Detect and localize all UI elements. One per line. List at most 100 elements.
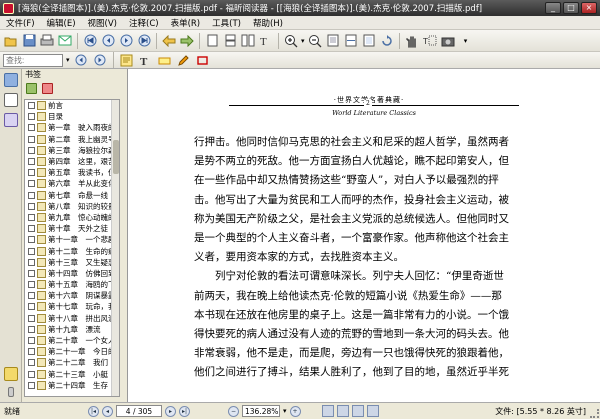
save-icon[interactable] xyxy=(21,33,37,49)
status-next-page-icon[interactable]: ▸ xyxy=(165,405,176,417)
find-next-icon[interactable] xyxy=(92,52,108,68)
expand-box-icon[interactable] xyxy=(28,359,35,367)
expand-box-icon[interactable] xyxy=(28,202,35,210)
expand-box-icon[interactable] xyxy=(28,124,35,132)
bookmark-scrollbar[interactable] xyxy=(111,100,119,396)
bookmark-item[interactable]: 第二十四章 生存 xyxy=(25,380,119,391)
single-page-icon[interactable] xyxy=(204,33,220,49)
menu-view[interactable]: 视图(V) xyxy=(82,17,123,29)
facing-pages-icon[interactable] xyxy=(240,33,256,49)
back-arrow-icon[interactable] xyxy=(161,33,177,49)
bookmark-item[interactable]: 第十三章 又生疑惑 xyxy=(25,257,119,268)
expand-box-icon[interactable] xyxy=(28,348,35,356)
rotate-page-icon[interactable] xyxy=(379,33,395,49)
zoom-out-icon[interactable] xyxy=(307,33,323,49)
find-dropdown-icon[interactable]: ▾ xyxy=(66,56,70,64)
page-number-field[interactable]: 4 / 305 xyxy=(116,405,162,417)
zoom-in-icon[interactable] xyxy=(283,33,299,49)
bookmark-item[interactable]: 目录 xyxy=(25,111,119,122)
status-zoom-out-icon[interactable]: − xyxy=(228,405,239,417)
bookmark-item[interactable]: 第四章 这里，艰苦求生 xyxy=(25,156,119,167)
document-view[interactable]: ·世界文学名著典藏· 2 World Literature Classics 行… xyxy=(129,69,600,402)
bookmark-item[interactable]: 第二十二章 我们 xyxy=(25,357,119,368)
bookmark-item[interactable]: 第二十章 一个女人 xyxy=(25,335,119,346)
status-prev-page-icon[interactable]: ◂ xyxy=(102,405,113,417)
attachments-tab-icon[interactable] xyxy=(8,387,14,397)
select-text-icon[interactable]: T xyxy=(422,33,438,49)
expand-bookmark-icon[interactable] xyxy=(26,83,37,94)
continuous-page-icon[interactable] xyxy=(222,33,238,49)
expand-box-icon[interactable] xyxy=(28,292,35,300)
bookmark-item[interactable]: 第八章 知识的较量 xyxy=(25,201,119,212)
expand-box-icon[interactable] xyxy=(28,236,35,244)
actual-size-icon[interactable] xyxy=(361,33,377,49)
expand-box-icon[interactable] xyxy=(28,102,35,110)
continuous-view-icon[interactable] xyxy=(337,405,349,417)
bookmark-item[interactable]: 第十七章 玩命，我 xyxy=(25,301,119,312)
delete-bookmark-icon[interactable] xyxy=(42,83,53,94)
find-previous-icon[interactable] xyxy=(73,52,89,68)
forward-arrow-icon[interactable] xyxy=(179,33,195,49)
expand-box-icon[interactable] xyxy=(28,314,35,322)
expand-box-icon[interactable] xyxy=(28,180,35,188)
bookmark-item[interactable]: 第二章 我上幽灵号 xyxy=(25,134,119,145)
expand-box-icon[interactable] xyxy=(28,113,35,121)
expand-box-icon[interactable] xyxy=(28,325,35,333)
find-input[interactable] xyxy=(3,53,63,67)
comments-tab-icon[interactable] xyxy=(4,367,18,381)
snapshot-icon[interactable] xyxy=(440,33,456,49)
text-select-icon[interactable]: T xyxy=(258,33,274,49)
expand-box-icon[interactable] xyxy=(28,247,35,255)
bookmark-item[interactable]: 第一章 驶入雨夜的帆 xyxy=(25,122,119,133)
bookmark-item[interactable]: 第七章 命悬一线 xyxy=(25,190,119,201)
hand-tool-icon[interactable] xyxy=(404,33,420,49)
menu-tools[interactable]: 工具(T) xyxy=(206,17,247,29)
zoom-dropdown-icon[interactable]: ▾ xyxy=(301,37,305,45)
previous-page-icon[interactable] xyxy=(100,33,116,49)
bookmark-item[interactable]: 第十六章 阴谋暴露 xyxy=(25,290,119,301)
expand-box-icon[interactable] xyxy=(28,258,35,266)
email-icon[interactable] xyxy=(57,33,73,49)
status-first-page-icon[interactable]: |◂ xyxy=(88,405,99,417)
bookmark-item[interactable]: 第十五章 海鸥的飞翔 xyxy=(25,279,119,290)
zoom-level-field[interactable]: 136.28% xyxy=(242,405,280,417)
menu-help[interactable]: 帮助(H) xyxy=(247,17,289,29)
minimize-button[interactable]: _ xyxy=(545,2,561,14)
fit-width-icon[interactable] xyxy=(343,33,359,49)
expand-box-icon[interactable] xyxy=(28,135,35,143)
expand-box-icon[interactable] xyxy=(28,225,35,233)
bookmark-item[interactable]: 第十章 天外之徒 xyxy=(25,223,119,234)
expand-box-icon[interactable] xyxy=(28,281,35,289)
expand-box-icon[interactable] xyxy=(28,169,35,177)
expand-box-icon[interactable] xyxy=(28,158,35,166)
expand-box-icon[interactable] xyxy=(28,337,35,345)
status-last-page-icon[interactable]: ▸| xyxy=(179,405,190,417)
first-page-icon[interactable] xyxy=(82,33,98,49)
expand-box-icon[interactable] xyxy=(28,370,35,378)
menu-file[interactable]: 文件(F) xyxy=(0,17,41,29)
open-file-icon[interactable] xyxy=(3,33,19,49)
expand-box-icon[interactable] xyxy=(28,381,35,389)
scrollbar-thumb[interactable] xyxy=(113,140,119,174)
bookmark-item[interactable]: 第十八章 拼出风浪 xyxy=(25,313,119,324)
bookmark-item[interactable]: 第十四章 仿佛回到 xyxy=(25,268,119,279)
expand-box-icon[interactable] xyxy=(28,303,35,311)
snapshot-dropdown-icon[interactable]: ▾ xyxy=(458,33,474,49)
facing-view-icon[interactable] xyxy=(352,405,364,417)
bookmark-item[interactable]: 第六章 羊从此变化 xyxy=(25,178,119,189)
rectangle-icon[interactable] xyxy=(195,52,211,68)
expand-box-icon[interactable] xyxy=(28,213,35,221)
bookmark-item[interactable]: 第九章 惊心动魄的 xyxy=(25,212,119,223)
status-zoom-in-icon[interactable]: + xyxy=(289,405,301,417)
next-page-icon[interactable] xyxy=(118,33,134,49)
print-icon[interactable] xyxy=(39,33,55,49)
bookmark-item[interactable]: 第十一章 一个悲剧的 xyxy=(25,234,119,245)
bookmark-item[interactable]: 第二十三章 小艇 xyxy=(25,369,119,380)
menu-form[interactable]: 表单(R) xyxy=(165,17,207,29)
expand-box-icon[interactable] xyxy=(28,191,35,199)
expand-box-icon[interactable] xyxy=(28,269,35,277)
typewriter-icon[interactable]: T xyxy=(138,52,154,68)
highlight-icon[interactable] xyxy=(157,52,173,68)
bookmark-item[interactable]: 第二十一章 今日的 xyxy=(25,346,119,357)
close-button[interactable]: × xyxy=(581,2,597,14)
